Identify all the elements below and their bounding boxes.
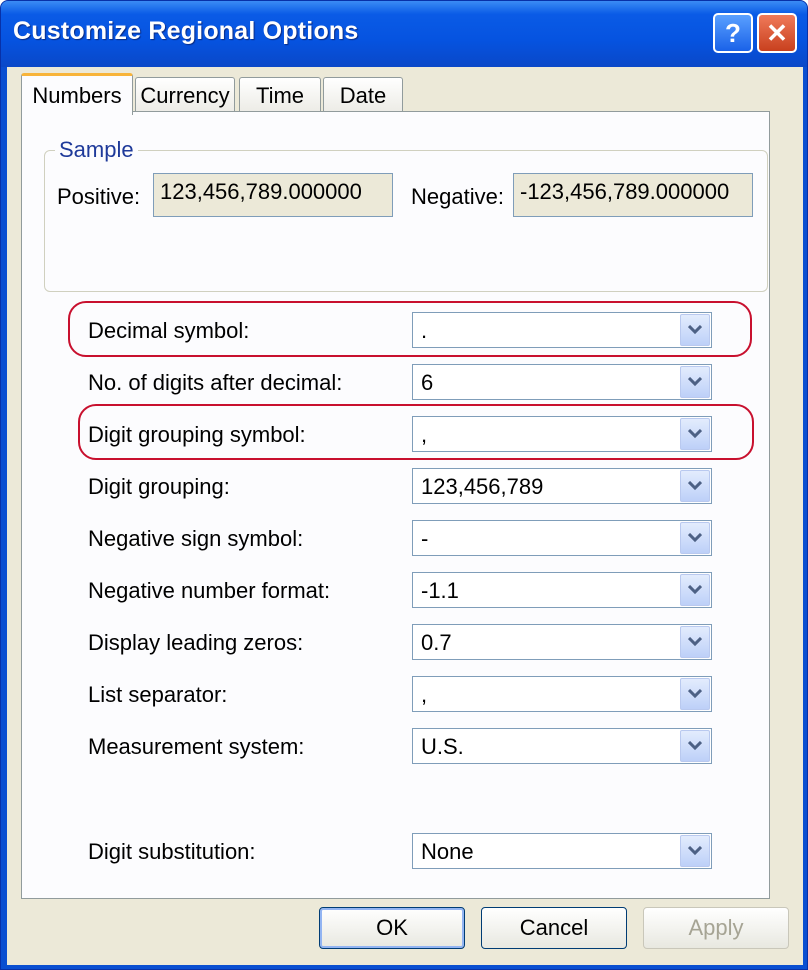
negative-number-format-label: Negative number format:: [88, 578, 331, 603]
dropdown-value: U.S.: [421, 734, 464, 759]
dropdown-value: None: [421, 839, 474, 864]
dropdown-value: 123,456,789: [421, 474, 544, 499]
display-leading-zeros-label: Display leading zeros:: [88, 630, 304, 655]
dropdown-value: -1.1: [421, 578, 459, 603]
tab-numbers[interactable]: Numbers: [21, 73, 133, 115]
chevron-down-icon[interactable]: [680, 574, 710, 606]
chevron-down-icon[interactable]: [680, 626, 710, 658]
sample-group: Sample Positive: 123,456,789.000000 Nega…: [44, 137, 768, 292]
digits-after-decimal-label: No. of digits after decimal:: [88, 370, 343, 395]
tab-currency[interactable]: Currency: [135, 77, 235, 113]
dropdown-value: 6: [421, 370, 434, 395]
close-icon: ✕: [766, 17, 788, 48]
dialog-window: Customize Regional Options ? ✕ Numbers C…: [0, 0, 808, 970]
chevron-down-icon[interactable]: [680, 366, 710, 398]
tab-date[interactable]: Date: [323, 77, 403, 113]
dropdown-value: 0.7: [421, 630, 452, 655]
ok-button[interactable]: OK: [319, 907, 465, 949]
list-separator-dropdown[interactable]: ,: [412, 676, 712, 712]
cancel-button[interactable]: Cancel: [481, 907, 627, 949]
negative-sample-field: -123,456,789.000000: [513, 173, 753, 217]
digit-grouping-symbol-highlight: [78, 404, 754, 460]
digits-after-decimal-dropdown[interactable]: 6: [412, 364, 712, 400]
digit-substitution-label: Digit substitution:: [88, 839, 256, 864]
numbers-tab-panel: Sample Positive: 123,456,789.000000 Nega…: [21, 111, 770, 899]
ok-label: OK: [376, 915, 408, 940]
dialog-client-area: Numbers Currency Time Date Sample Positi…: [7, 67, 803, 965]
positive-label: Positive:: [57, 184, 141, 209]
digit-grouping-dropdown[interactable]: 123,456,789: [412, 468, 712, 504]
tab-time[interactable]: Time: [239, 77, 321, 113]
decimal-symbol-highlight: [68, 301, 752, 357]
measurement-system-dropdown[interactable]: U.S.: [412, 728, 712, 764]
measurement-system-label: Measurement system:: [88, 734, 305, 759]
help-icon: ?: [725, 17, 741, 48]
tab-label: Time: [255, 82, 305, 108]
tab-label: Numbers: [32, 82, 122, 108]
tab-label: Currency: [140, 82, 230, 108]
chevron-down-icon[interactable]: [680, 470, 710, 502]
digit-substitution-dropdown[interactable]: None: [412, 833, 712, 869]
negative-number-format-dropdown[interactable]: -1.1: [412, 572, 712, 608]
help-button[interactable]: ?: [713, 13, 753, 53]
apply-label: Apply: [688, 915, 744, 940]
tab-label: Date: [339, 82, 387, 108]
title-bar[interactable]: Customize Regional Options ? ✕: [1, 1, 807, 67]
dropdown-value: ,: [421, 682, 428, 707]
negative-sign-symbol-dropdown[interactable]: -: [412, 520, 712, 556]
cancel-label: Cancel: [519, 915, 589, 940]
negative-sign-symbol-label: Negative sign symbol:: [88, 526, 304, 551]
sample-legend: Sample: [55, 137, 138, 163]
close-button[interactable]: ✕: [757, 13, 797, 53]
positive-sample-field: 123,456,789.000000: [153, 173, 393, 217]
chevron-down-icon[interactable]: [680, 835, 710, 867]
digit-grouping-label: Digit grouping:: [88, 474, 230, 499]
display-leading-zeros-dropdown[interactable]: 0.7: [412, 624, 712, 660]
dropdown-value: -: [421, 526, 429, 551]
negative-label: Negative:: [411, 184, 504, 209]
apply-button: Apply: [643, 907, 789, 949]
chevron-down-icon[interactable]: [680, 730, 710, 762]
chevron-down-icon[interactable]: [680, 522, 710, 554]
list-separator-label: List separator:: [88, 682, 228, 707]
chevron-down-icon[interactable]: [680, 678, 710, 710]
window-title: Customize Regional Options: [13, 17, 359, 45]
